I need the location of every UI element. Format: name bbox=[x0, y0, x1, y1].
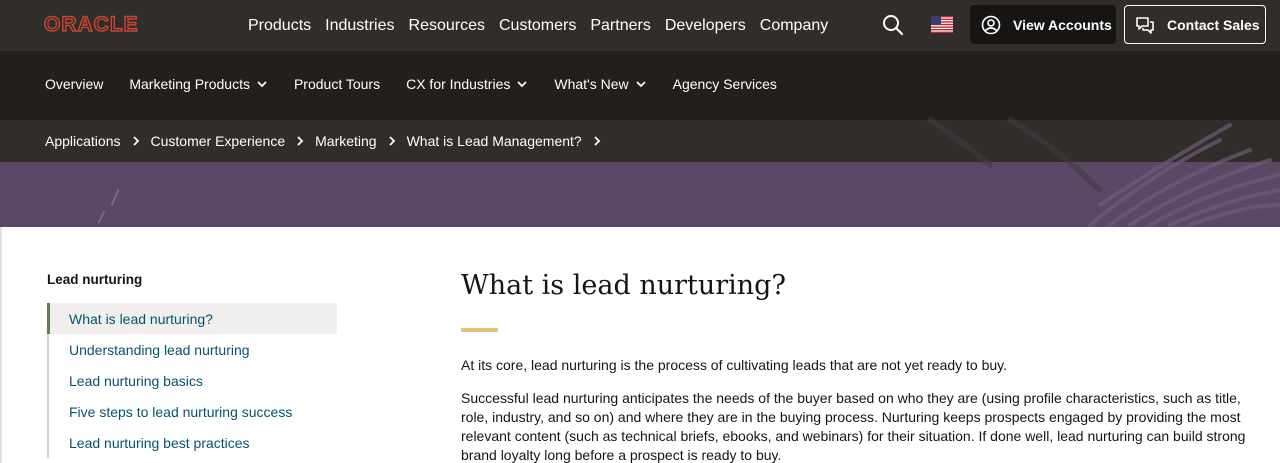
contact-sales-button[interactable]: Contact Sales bbox=[1124, 5, 1266, 44]
content-area: Lead nurturing What is lead nurturing? U… bbox=[0, 227, 1280, 463]
product-subnav: Overview Marketing Products Product Tour… bbox=[0, 51, 1280, 120]
nav-industries[interactable]: Industries bbox=[325, 17, 394, 35]
chevron-right-icon bbox=[132, 136, 139, 146]
sidebar-item-understanding-lead-nurturing[interactable]: Understanding lead nurturing bbox=[49, 334, 337, 365]
main-nav: Products Industries Resources Customers … bbox=[248, 0, 828, 51]
nav-company[interactable]: Company bbox=[760, 17, 828, 35]
subnav-label: Marketing Products bbox=[129, 75, 250, 92]
chevron-right-icon bbox=[594, 136, 600, 146]
chevron-right-icon bbox=[297, 136, 304, 146]
subnav-label: Overview bbox=[45, 75, 104, 92]
subnav-label: What's New bbox=[554, 75, 629, 92]
subnav-marketing-products[interactable]: Marketing Products bbox=[129, 76, 268, 92]
subnav-cx-for-industries[interactable]: CX for Industries bbox=[406, 76, 528, 92]
contact-sales-label: Contact Sales bbox=[1167, 16, 1260, 33]
sidebar-item-five-steps[interactable]: Five steps to lead nurturing success bbox=[49, 396, 337, 427]
nav-developers[interactable]: Developers bbox=[665, 17, 746, 35]
view-accounts-button[interactable]: View Accounts bbox=[970, 5, 1116, 44]
subnav-overview[interactable]: Overview bbox=[45, 76, 103, 92]
search-icon[interactable] bbox=[881, 13, 905, 37]
intro-paragraph: At its core, lead nurturing is the proce… bbox=[461, 357, 1008, 373]
chevron-right-icon bbox=[388, 136, 395, 146]
breadcrumb-customer-experience[interactable]: Customer Experience bbox=[151, 133, 286, 149]
subnav-product-tours[interactable]: Product Tours bbox=[294, 76, 380, 92]
chevron-down-icon bbox=[517, 80, 527, 87]
global-header: ORACLE Products Industries Resources Cus… bbox=[0, 0, 1280, 51]
title-accent-bar bbox=[461, 328, 498, 332]
page-title: What is lead nurturing? bbox=[461, 270, 786, 301]
sidebar-item-best-practices[interactable]: Lead nurturing best practices bbox=[49, 427, 337, 458]
nav-customers[interactable]: Customers bbox=[499, 17, 576, 35]
sidebar-item-lead-nurturing-basics[interactable]: Lead nurturing basics bbox=[49, 365, 337, 396]
chevron-down-icon bbox=[257, 80, 267, 87]
subnav-label: Product Tours bbox=[293, 75, 381, 92]
sidebar-title: Lead nurturing bbox=[47, 272, 143, 287]
chevron-down-icon bbox=[635, 80, 646, 87]
body-paragraph: Successful lead nurturing anticipates th… bbox=[461, 390, 1246, 463]
chat-icon bbox=[1136, 16, 1154, 34]
user-circle-icon bbox=[981, 15, 1001, 34]
subnav-label: CX for Industries bbox=[406, 75, 511, 92]
subnav-label: Agency Services bbox=[672, 75, 777, 92]
subnav-whats-new[interactable]: What's New bbox=[554, 76, 646, 92]
breadcrumb-applications[interactable]: Applications bbox=[45, 133, 121, 149]
breadcrumb: Applications Customer Experience Marketi… bbox=[0, 120, 1280, 162]
oracle-logo[interactable]: ORACLE bbox=[44, 13, 156, 35]
nav-resources[interactable]: Resources bbox=[409, 17, 485, 35]
breadcrumb-what-is-lead-management[interactable]: What is Lead Management? bbox=[407, 133, 582, 149]
nav-products[interactable]: Products bbox=[248, 17, 311, 35]
us-flag-icon[interactable] bbox=[931, 16, 953, 33]
hero-banner bbox=[0, 162, 1280, 227]
breadcrumb-marketing[interactable]: Marketing bbox=[315, 133, 376, 149]
subnav-agency-services[interactable]: Agency Services bbox=[673, 76, 777, 92]
sidebar-nav: What is lead nurturing? Understanding le… bbox=[47, 303, 337, 458]
sidebar-item-what-is-lead-nurturing[interactable]: What is lead nurturing? bbox=[47, 303, 337, 334]
view-accounts-label: View Accounts bbox=[1013, 16, 1112, 33]
nav-partners[interactable]: Partners bbox=[590, 17, 650, 35]
svg-text:ORACLE: ORACLE bbox=[44, 13, 139, 35]
